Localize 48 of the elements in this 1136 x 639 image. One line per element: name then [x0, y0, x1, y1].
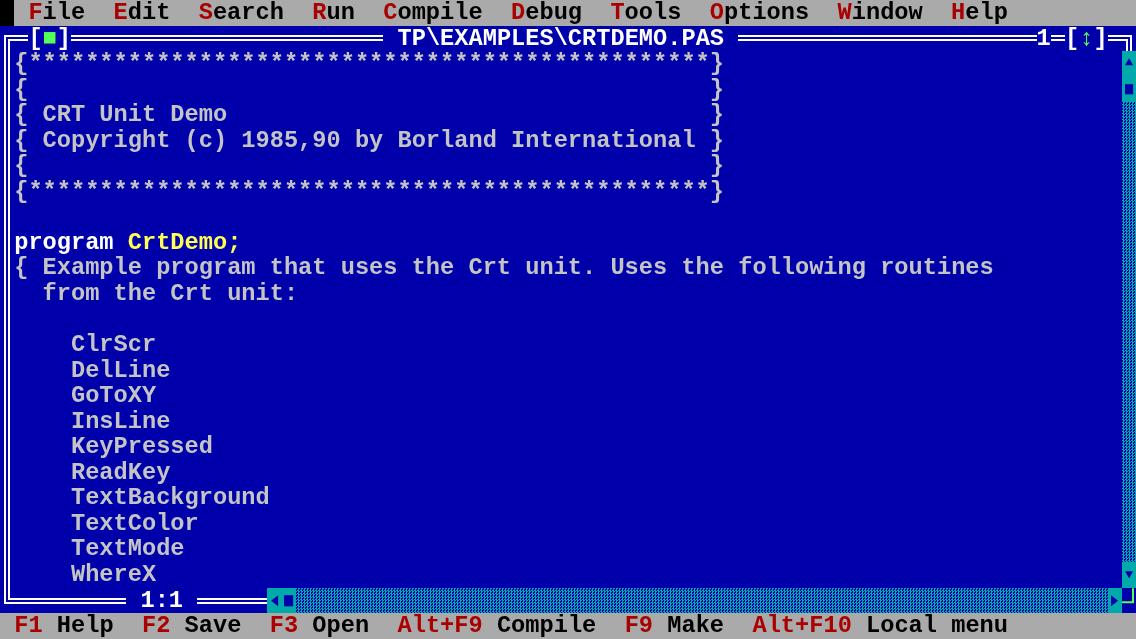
scroll-left-button[interactable]	[267, 587, 282, 614]
menu-item[interactable]: Run	[305, 0, 362, 26]
code-line: { Example program that uses the Crt unit. Uses the following routines	[14, 254, 994, 282]
code-line: { CRT Unit Demo }	[14, 101, 724, 129]
shortcut-hint[interactable]: F3 Open	[262, 613, 377, 639]
code-line: { }	[14, 75, 724, 103]
code-line: KeyPressed	[69, 433, 213, 461]
scroll-down-button[interactable]	[1121, 562, 1136, 588]
code-line: ReadKey	[69, 458, 171, 486]
scroll-thumb[interactable]	[281, 587, 296, 614]
menu-item[interactable]: Debug	[503, 0, 590, 26]
menu-item[interactable]: Edit	[106, 0, 178, 26]
menu-item[interactable]: Window	[830, 0, 930, 26]
scroll-up-button[interactable]	[1121, 51, 1136, 77]
code-line: { Copyright (c) 1985,90 by Borland International }	[14, 126, 724, 154]
screen-border	[0, 0, 15, 26]
close-button[interactable]: [■]	[28, 25, 71, 52]
menu-item[interactable]: Compile	[376, 0, 490, 26]
code-line: TextBackground	[69, 484, 270, 512]
window-number: 1	[1036, 25, 1051, 52]
menu-item[interactable]: Search	[191, 0, 291, 26]
code-line: {************************************************}	[14, 177, 724, 205]
code-line: from the Crt unit:	[41, 280, 299, 307]
scroll-right-button[interactable]	[1107, 587, 1122, 614]
scroll-thumb[interactable]	[1121, 76, 1136, 103]
window-title: TP\EXAMPLES\CRTDEMO.PAS	[397, 25, 725, 52]
code-line: {************************************************}	[14, 50, 724, 78]
menu-item[interactable]: File	[21, 0, 93, 26]
shortcut-hint[interactable]: F2 Save	[134, 613, 249, 639]
shortcut-hint[interactable]: Alt+F10 Local menu	[745, 613, 1016, 639]
menu-item[interactable]: Help	[944, 0, 1015, 26]
code-line: GoToXY	[69, 382, 157, 410]
code-line: program CrtDemo;	[14, 228, 242, 256]
code-line: DelLine	[69, 356, 171, 384]
menu-item[interactable]: Options	[702, 0, 817, 26]
code-line: TextMode	[69, 535, 185, 563]
code-line: { }	[14, 152, 724, 180]
code-line: ClrScr	[69, 331, 157, 359]
zoom-button[interactable]: [↕]	[1065, 25, 1108, 52]
shortcut-hint[interactable]: F9 Make	[617, 613, 732, 639]
shortcut-hint[interactable]: F1 Help	[7, 613, 121, 639]
menu-item[interactable]: Tools	[603, 0, 689, 26]
frame-line	[1050, 35, 1065, 42]
shortcut-hint[interactable]: Alt+F9 Compile	[390, 613, 604, 639]
cursor-position: 1:1	[140, 587, 184, 614]
code-line: InsLine	[69, 407, 171, 435]
code-line: TextColor	[69, 509, 199, 537]
code-line: WhereX	[69, 561, 157, 589]
